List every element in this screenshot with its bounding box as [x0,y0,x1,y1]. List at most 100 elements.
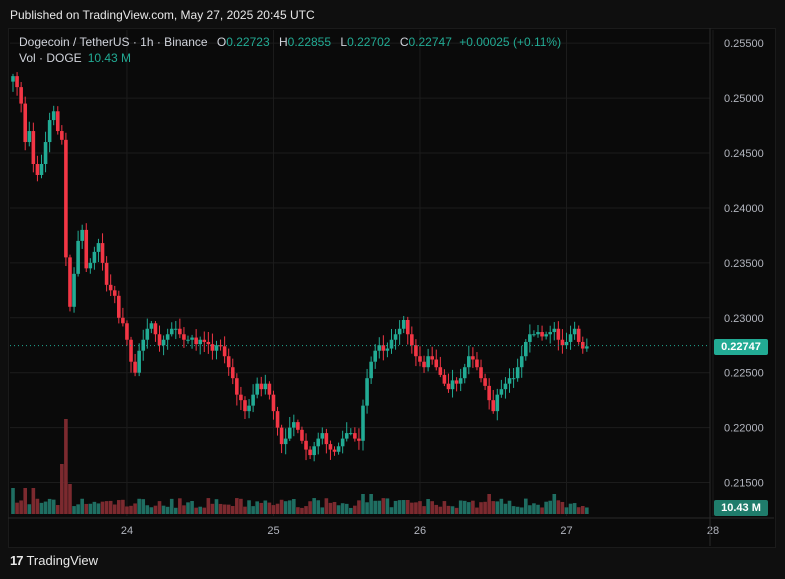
candle-body [11,76,15,82]
candle-body [471,356,475,360]
volume-bar [100,501,105,514]
candle-body [222,346,227,357]
candle-body [247,405,251,412]
candle-body [287,427,292,439]
y-tick-label: 0.22000 [724,423,764,435]
volume-bar [422,506,426,514]
candle-body [519,356,524,368]
candle-body [316,438,321,447]
candle-body [511,378,516,380]
volume-bar [210,503,215,514]
volume-bar [487,494,491,514]
footer-brand[interactable]: 17 TradingView [10,553,98,568]
volume-bar [194,507,198,514]
y-tick-label: 0.24500 [724,148,764,160]
candle-body [361,405,365,441]
candle-body [125,323,129,340]
volume-bar [235,498,239,514]
candle-body [84,229,89,269]
candle-body [405,319,410,335]
candle-body [165,334,170,340]
volume-bar [149,507,154,514]
volume-bar [72,506,76,514]
volume-bar [92,501,97,514]
volume-bar [458,500,463,514]
candle-body [389,339,394,349]
candle-body [585,346,589,349]
candle-body [353,433,357,439]
symbol-label[interactable]: Dogecoin / TetherUS · 1h · Binance [19,35,208,49]
candle-body [332,449,337,452]
volume-bar [267,502,272,514]
change-value: +0.00025 (+0.11%) [459,35,562,49]
volume-bar [287,500,292,514]
volume-bar [324,498,329,514]
volume-bar [336,505,341,514]
candle-body [446,383,451,390]
volume-bar [68,484,72,514]
open-value: 0.22723 [226,35,270,49]
candle-body [572,328,577,335]
volume-bar [243,506,247,514]
volume-bar [353,505,357,514]
candle-body [194,337,198,345]
volume-bar [239,498,243,514]
candle-body [487,385,491,401]
volume-bar [381,498,386,514]
volume-bar [182,505,186,514]
volume-bar [247,500,251,514]
y-tick-label: 0.21500 [724,478,764,490]
volume-bar [450,506,455,514]
candle-body [410,334,414,346]
volume-bar [279,499,284,514]
volume-bar [401,500,406,514]
candle-body [267,383,272,395]
candle-body [60,131,64,140]
candle-body [108,284,113,291]
candlestick-chart[interactable]: 0.25500 0.25000 0.24500 0.24000 0.23500 0.230… [0,0,785,579]
candle-body [467,356,471,368]
candle-body [479,367,483,379]
candle-body [365,378,369,406]
candle-body [112,290,117,296]
volume-bar [434,504,439,514]
volume-bar [385,498,390,514]
volume-bar [80,498,84,514]
candle-body [27,131,32,143]
y-tick-label: 0.25500 [724,38,764,50]
volume-bar [84,503,89,514]
volume-bar [312,498,316,514]
x-tick-label: 27 [560,525,572,537]
volume-bar [55,505,60,514]
volume-bar [198,506,203,514]
candle-body [483,378,487,386]
volume-bar [304,506,308,514]
candle-body [450,380,455,390]
volume-bar [393,500,398,514]
volume-bar [300,507,304,514]
candle-body [324,433,329,445]
volume-bar [426,499,430,514]
volume-bar [178,498,182,514]
candle-body [495,394,500,412]
candle-body [182,334,186,340]
y-tick-label: 0.23500 [724,258,764,270]
candle-body [149,323,154,329]
volume-bar [222,504,227,514]
volume-bar [361,494,365,514]
volume-bar [259,502,264,514]
candle-body [141,339,146,351]
volume-bar [462,500,467,514]
volume-bar [19,500,23,514]
volume-bar [365,502,369,514]
x-tick-label: 25 [267,525,279,537]
volume-bar [467,502,471,514]
candle-body [198,339,203,345]
candle-body [369,361,373,379]
candle-body [153,323,158,335]
volume-bar [64,419,68,514]
candle-body [173,328,178,330]
candle-body [357,438,361,441]
candle-body [255,383,259,395]
volume-bar [190,500,194,514]
